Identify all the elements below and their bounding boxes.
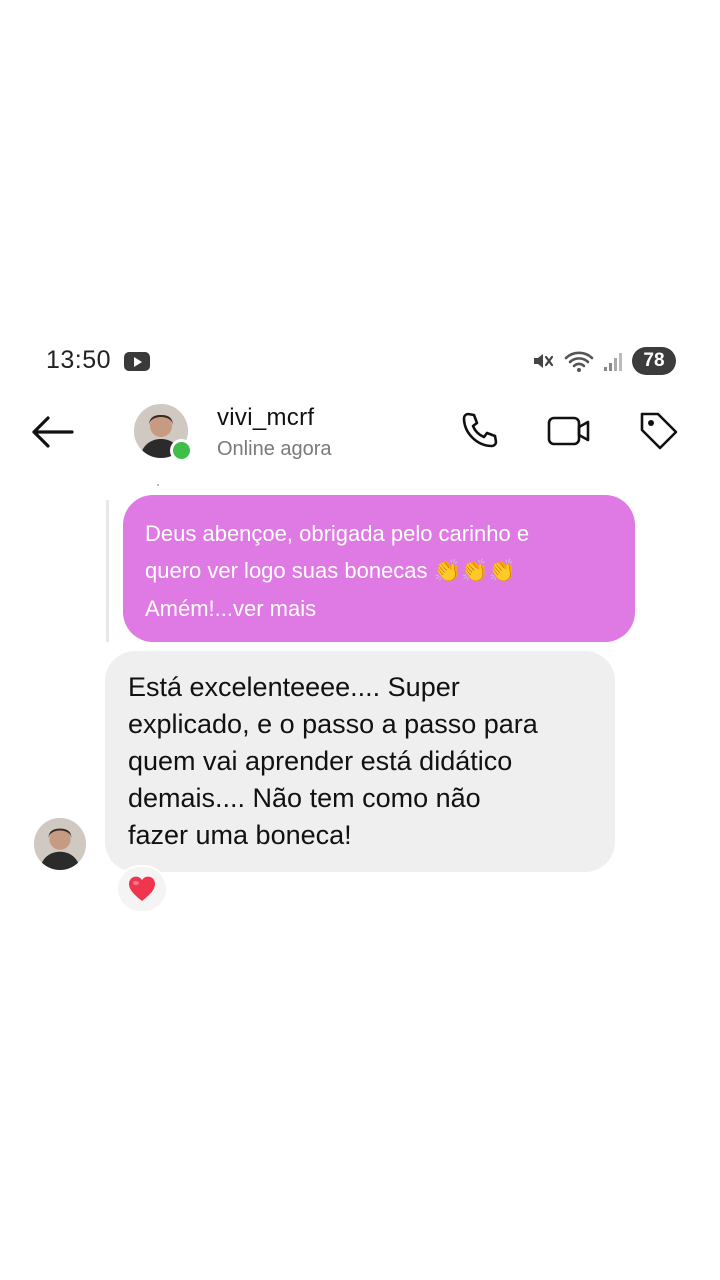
back-arrow-icon[interactable] — [26, 410, 78, 454]
reply-line-1: Deus abençoe, obrigada pelo carinho e — [145, 521, 530, 546]
message-line-2: explicado, e o passo a passo para — [128, 709, 538, 739]
message-line-3: quem vai aprender está didático — [128, 746, 513, 776]
youtube-notification-icon — [124, 352, 150, 371]
replied-story-bubble[interactable]: Deus abençoe, obrigada pelo carinho e qu… — [123, 495, 635, 642]
status-time: 13:50 — [46, 346, 112, 374]
reply-line-2: quero ver logo suas bonecas 👏👏👏 — [145, 558, 516, 584]
tag-icon[interactable] — [636, 408, 682, 454]
status-icons: 78 — [531, 346, 676, 376]
message-bubble[interactable]: Está excelenteeee.... Super explicado, e… — [105, 651, 615, 872]
mute-icon — [534, 354, 554, 368]
phone-call-icon[interactable] — [456, 408, 502, 454]
battery-level: 78 — [632, 347, 676, 375]
online-status-dot — [170, 439, 193, 462]
message-line-5: fazer uma boneca! — [128, 820, 352, 850]
status-bar: 13:50 78 — [0, 338, 720, 384]
chat-username[interactable]: vivi_mcrf — [217, 404, 314, 432]
quote-indicator — [157, 484, 159, 486]
wifi-icon — [564, 351, 594, 372]
signal-icon — [604, 353, 622, 371]
presence-status: Online agora — [217, 438, 332, 460]
video-call-icon[interactable] — [546, 408, 592, 454]
reply-quote-line — [106, 500, 109, 642]
reply-line-3[interactable]: Amém!...ver mais — [145, 590, 613, 627]
heart-reaction[interactable] — [116, 865, 168, 913]
clapping-hands-emoji: 👏👏👏 — [433, 559, 516, 584]
chat-header: vivi_mcrf Online agora — [0, 398, 720, 468]
message-line-4: demais.... Não tem como não — [128, 783, 481, 813]
heart-icon — [128, 876, 156, 901]
sender-photo — [34, 818, 86, 870]
sender-avatar[interactable] — [34, 818, 86, 870]
message-line-1: Está excelenteeee.... Super — [128, 672, 460, 702]
